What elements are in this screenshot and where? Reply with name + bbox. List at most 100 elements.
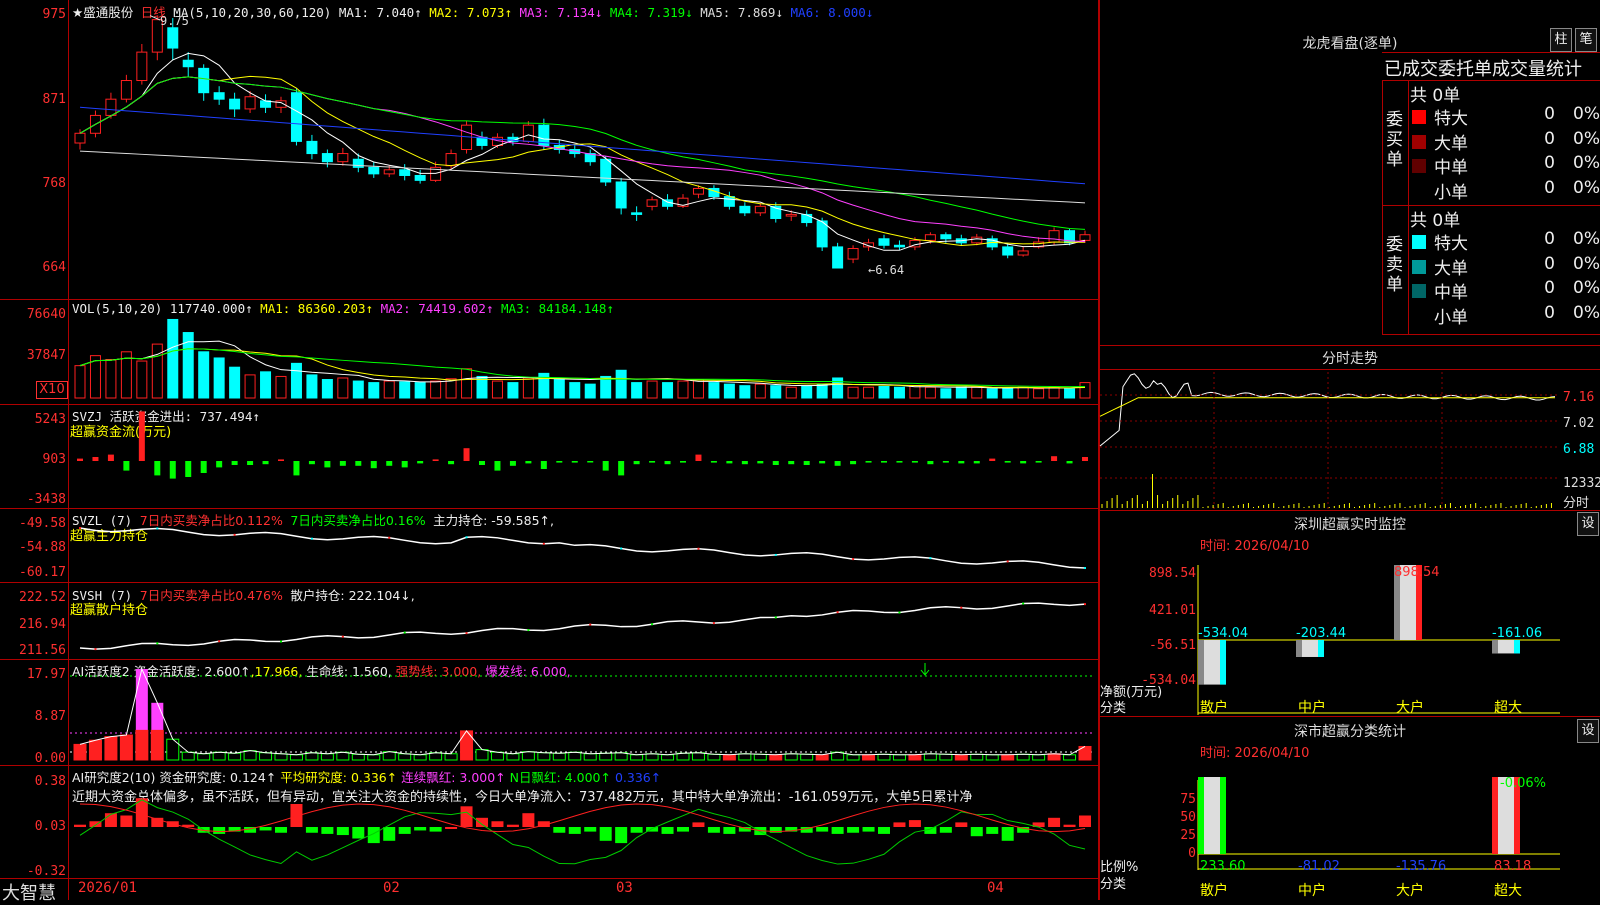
bar-value-label: -81.02 bbox=[1298, 859, 1340, 874]
volume-bar bbox=[507, 382, 519, 399]
money-flow-bar bbox=[432, 459, 439, 461]
x-category-label: 超大 bbox=[1494, 700, 1522, 716]
order-vol: 0 bbox=[1544, 229, 1555, 249]
money-flow-bar bbox=[602, 461, 609, 471]
money-flow-bar bbox=[448, 461, 455, 465]
volume-bar bbox=[723, 383, 735, 399]
order-name: 中单 bbox=[1434, 158, 1468, 178]
order-name: 中单 bbox=[1434, 283, 1468, 303]
money-flow-bar bbox=[680, 461, 686, 463]
dragon-title: 龙虎看盘(逐单) bbox=[1302, 36, 1398, 52]
volume-bar bbox=[430, 380, 442, 399]
activity-bar bbox=[1016, 753, 1030, 761]
volume-bar bbox=[352, 380, 364, 399]
candle-body bbox=[229, 98, 241, 110]
research-bar bbox=[986, 827, 999, 834]
research-bar bbox=[352, 827, 365, 839]
position-marker bbox=[465, 536, 468, 539]
activity-bar bbox=[722, 754, 736, 761]
position-marker bbox=[836, 611, 839, 614]
sz-monitor-title: 深圳超赢实时监控 bbox=[1294, 517, 1406, 533]
order-vol: 0 bbox=[1544, 104, 1555, 124]
candle-body bbox=[136, 51, 148, 82]
money-flow-bar bbox=[1051, 456, 1058, 461]
position-marker bbox=[233, 533, 236, 536]
money-flow-bar bbox=[881, 461, 887, 463]
activity-bar bbox=[954, 754, 968, 761]
money-flow-bar bbox=[169, 461, 176, 479]
activity-bar bbox=[73, 743, 87, 761]
candle-body bbox=[244, 96, 256, 110]
activity-bar bbox=[614, 752, 628, 761]
candle-body bbox=[785, 213, 797, 217]
sz-class-top-label: -0.06% bbox=[1500, 776, 1546, 791]
money-flow-bar bbox=[494, 461, 501, 471]
activity-bar bbox=[521, 751, 535, 761]
divider bbox=[1100, 345, 1600, 346]
activity-bar bbox=[661, 754, 675, 761]
sz-class-settings-button[interactable]: 设 bbox=[1577, 719, 1599, 743]
volume-bar bbox=[878, 385, 890, 399]
candle-body bbox=[337, 153, 349, 163]
volume-bar bbox=[1033, 388, 1045, 399]
sell-total: 共 0单 bbox=[1410, 211, 1461, 231]
money-flow-bar bbox=[278, 459, 284, 461]
research-bar bbox=[878, 827, 890, 834]
money-flow-bar bbox=[571, 461, 578, 463]
activity-line bbox=[79, 667, 1086, 756]
tick-mode-button[interactable]: 笔 bbox=[1575, 28, 1597, 52]
research-bar bbox=[816, 827, 829, 832]
volume-bar bbox=[924, 386, 936, 399]
position-marker bbox=[774, 616, 777, 619]
position-marker bbox=[1006, 560, 1009, 563]
divider bbox=[1382, 80, 1383, 335]
net-amount-bar-shade bbox=[1198, 640, 1204, 685]
volume-bar bbox=[955, 386, 967, 399]
candle-body bbox=[321, 153, 333, 163]
money-flow-bar bbox=[710, 461, 717, 463]
intraday-price-tick: 7.02 bbox=[1563, 416, 1595, 431]
candle-body bbox=[940, 234, 952, 240]
x-category-label: 散户 bbox=[1200, 883, 1228, 899]
candle-body bbox=[1017, 250, 1029, 256]
buy-orders-label: 委买单 bbox=[1386, 110, 1403, 170]
x-category-label: 中户 bbox=[1298, 883, 1326, 899]
money-flow-bar bbox=[989, 458, 996, 461]
activity-bar bbox=[552, 752, 566, 761]
bar-value-label: -203.44 bbox=[1296, 626, 1347, 641]
research-bar bbox=[553, 827, 566, 833]
money-flow-bar bbox=[386, 461, 393, 466]
volume-bar bbox=[553, 379, 565, 399]
research-bar bbox=[522, 813, 535, 827]
position-marker bbox=[697, 547, 700, 550]
candle-body bbox=[723, 196, 735, 207]
y-tick: 898.54 bbox=[1149, 566, 1196, 581]
activity-bar bbox=[119, 734, 133, 761]
position-marker bbox=[156, 642, 159, 645]
sz-monitor-settings-button[interactable]: 设 bbox=[1577, 512, 1599, 536]
bar-mode-button[interactable]: 柱 bbox=[1550, 28, 1572, 52]
volume-bar bbox=[1064, 388, 1076, 399]
money-flow-bar bbox=[92, 457, 99, 461]
volume-bar bbox=[677, 380, 689, 399]
candle-body bbox=[368, 166, 380, 175]
research-bar bbox=[862, 827, 875, 832]
research-bar bbox=[259, 827, 272, 831]
activity-bar bbox=[1047, 753, 1061, 761]
candle-body bbox=[399, 169, 411, 176]
volume-bar bbox=[909, 385, 921, 399]
money-flow-bar bbox=[695, 454, 702, 461]
research-bar bbox=[476, 817, 488, 827]
order-vol: 0 bbox=[1544, 253, 1555, 274]
candle-body bbox=[739, 205, 751, 214]
activity-bar bbox=[228, 752, 242, 761]
activity-bar bbox=[691, 752, 705, 761]
divider bbox=[1100, 716, 1600, 717]
activity-bar bbox=[630, 754, 644, 761]
research-bar bbox=[924, 827, 937, 834]
research-bar bbox=[460, 806, 473, 827]
volume-bar bbox=[229, 366, 241, 399]
money-flow-bar bbox=[587, 461, 594, 463]
legend-swatch bbox=[1412, 134, 1426, 149]
activity-bar bbox=[150, 729, 164, 761]
